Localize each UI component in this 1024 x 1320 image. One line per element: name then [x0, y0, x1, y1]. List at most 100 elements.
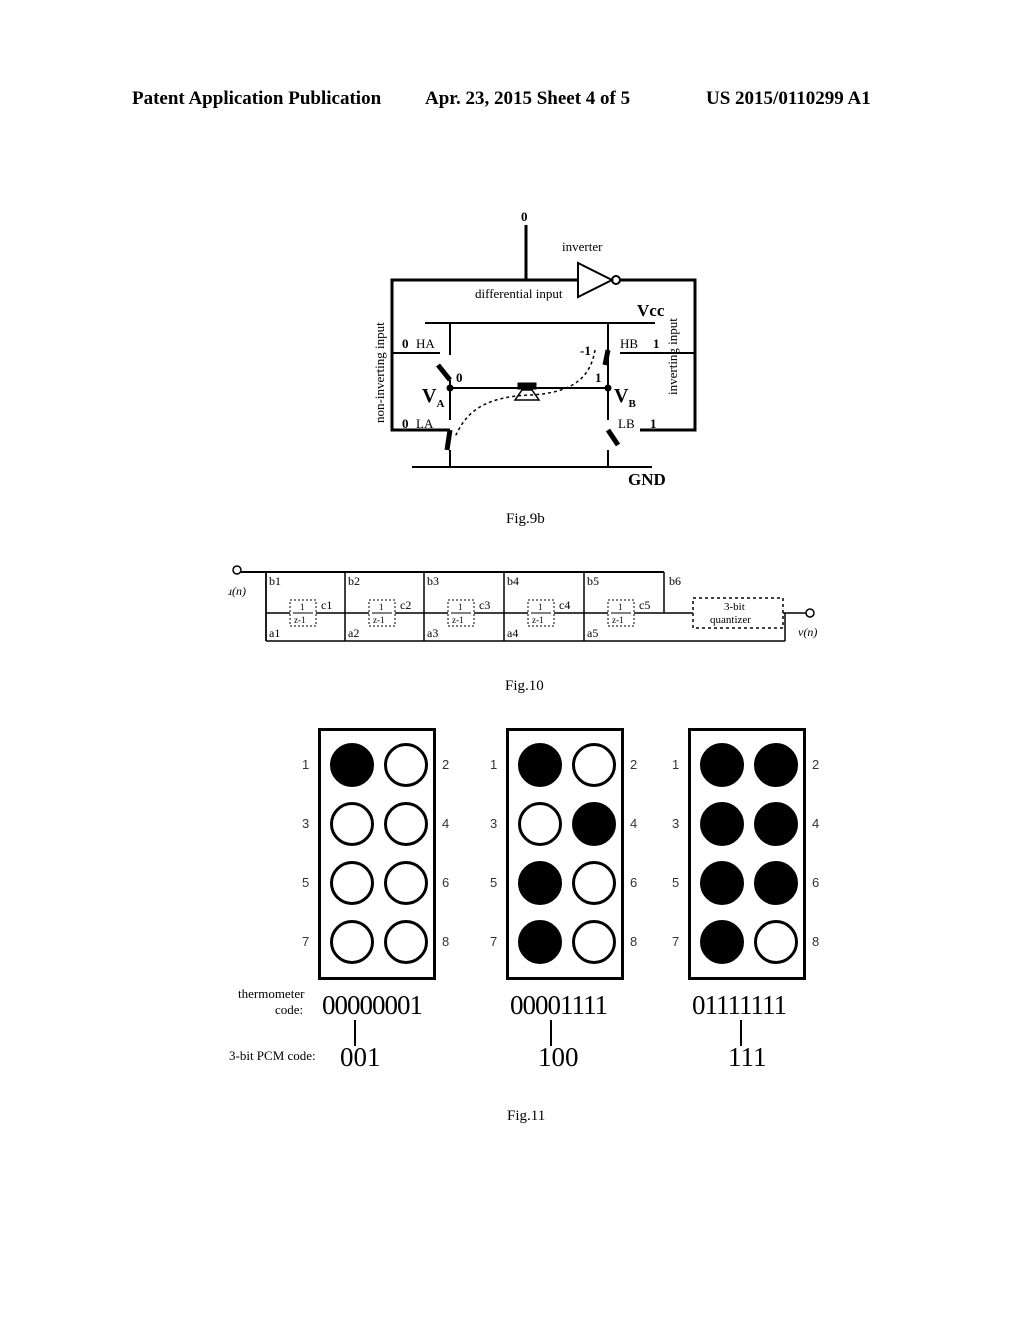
fig10-a-label: a1	[269, 626, 280, 640]
fig11-dot-filled	[330, 743, 374, 787]
fig10-integrator-denominator: z-1	[612, 615, 624, 625]
fig10-b-label: b4	[507, 574, 519, 588]
fig9b-gnd-label: GND	[628, 470, 666, 489]
fig11-pcm-code: 111	[728, 1042, 767, 1072]
fig11-dot-number: 6	[630, 875, 638, 890]
fig9b-caption: Fig.9b	[506, 511, 545, 527]
fig11-dot-filled	[518, 743, 562, 787]
fig10-integrator-numerator: 1	[300, 602, 305, 612]
fig11-dot-filled	[754, 743, 798, 787]
fig11-dot-filled	[700, 861, 744, 905]
fig10-input-label: u(n)	[228, 584, 246, 598]
fig10-b-label: b5	[587, 574, 599, 588]
fig9b-inverting-input-label: inverting input	[665, 318, 680, 395]
fig11-dot-number: 4	[812, 816, 820, 831]
fig10-integrator-denominator: z-1	[294, 615, 306, 625]
fig11-pcm-label: 3-bit PCM code:	[229, 1048, 316, 1063]
fig10-quantizer-line2: quantizer	[710, 614, 751, 626]
fig11-pcm-code: 100	[538, 1042, 579, 1072]
fig10-caption: Fig.10	[505, 678, 544, 694]
fig11-dot-number: 3	[672, 816, 680, 831]
fig11-dot-number: 4	[630, 816, 638, 831]
fig11-dot-number: 2	[630, 757, 638, 772]
fig9b-differential-input-label: differential input	[475, 286, 563, 301]
fig10-a-label: a3	[427, 626, 438, 640]
fig11-dot-number: 8	[812, 934, 820, 949]
fig10-integrator-numerator: 1	[379, 602, 384, 612]
fig11-dot-filled	[700, 920, 744, 964]
fig9b-va-node-value: 0	[456, 370, 463, 385]
fig11-dot-empty	[384, 861, 428, 905]
fig11-thermometer-label-line2: code:	[275, 1002, 304, 1017]
fig10-b-label: b1	[269, 574, 281, 588]
fig11-dot-filled	[518, 920, 562, 964]
fig11-dot-number: 7	[302, 934, 310, 949]
fig11-dot-empty	[330, 802, 374, 846]
fig9b-vb-label: VB	[614, 385, 636, 410]
fig10-c-label: c3	[479, 598, 490, 612]
fig10-a-label: a4	[507, 626, 518, 640]
fig9b-circuit-diagram: 0 inverter differential input Vcc GND no…	[372, 209, 697, 489]
fig11-dot-number: 1	[672, 757, 680, 772]
fig11-dot-number: 6	[812, 875, 820, 890]
fig10-b-label: b2	[348, 574, 360, 588]
fig10-quantizer-line1: 3-bit	[724, 601, 745, 613]
fig9b-vb-node-value: 1	[595, 370, 602, 385]
fig10-integrator-denominator: z-1	[452, 615, 464, 625]
fig11-dot-number: 8	[630, 934, 638, 949]
fig11-dot-empty	[754, 920, 798, 964]
fig11-dot-number: 8	[442, 934, 450, 949]
fig10-output-label: v(n)	[798, 625, 817, 639]
fig11-thermometer-label-line1: thermometer	[238, 986, 305, 1001]
fig9b-top-value: 0	[521, 209, 528, 224]
fig11-dot-number: 3	[490, 816, 498, 831]
fig11-dot-empty	[384, 920, 428, 964]
fig9b-ha-value: 0	[402, 336, 409, 351]
fig11-thermometer-code: 00001111	[510, 990, 608, 1020]
fig11-dot-empty	[572, 920, 616, 964]
fig11-dot-empty	[572, 743, 616, 787]
fig11-dot-empty	[572, 861, 616, 905]
fig11-dot-filled	[572, 802, 616, 846]
fig11-thermometer-code: 00000001	[322, 990, 423, 1020]
fig10-integrator-denominator: z-1	[532, 615, 544, 625]
fig9b-vcc-label: Vcc	[637, 301, 665, 320]
fig10-c-label: c4	[559, 598, 570, 612]
fig11-dot-number: 4	[442, 816, 450, 831]
fig11-dot-number: 5	[490, 875, 498, 890]
fig11-dot-filled	[754, 861, 798, 905]
fig10-integrator-numerator: 1	[458, 602, 463, 612]
fig11-pcm-code: 001	[340, 1042, 381, 1072]
fig11-dot-number: 6	[442, 875, 450, 890]
fig11-dot-empty	[330, 920, 374, 964]
fig10-integrator-numerator: 1	[618, 602, 623, 612]
fig11-dot-empty	[518, 802, 562, 846]
fig10-integrator-denominator: z-1	[373, 615, 385, 625]
fig10-b-label: b6	[669, 574, 681, 588]
fig11-dot-number: 1	[302, 757, 310, 772]
fig11-dot-number: 1	[490, 757, 498, 772]
fig10-block-diagram: 1 z-1 b1 c1 a1 1 z-1 b2 c2 a2 1 z-1 b3 c3 a3 1 z-1 b4 c4 a4…	[228, 565, 817, 642]
fig11-caption: Fig.11	[507, 1108, 546, 1124]
fig10-c-label: c2	[400, 598, 411, 612]
fig11-dot-number: 2	[442, 757, 450, 772]
fig9b-la-value: 0	[402, 416, 409, 431]
fig10-a-label: a2	[348, 626, 359, 640]
fig9b-non-inverting-input-label: non-inverting input	[372, 322, 387, 423]
fig10-a-label: a5	[587, 626, 598, 640]
fig11-dot-filled	[754, 802, 798, 846]
publication-date-sheet: Apr. 23, 2015 Sheet 4 of 5	[425, 88, 631, 109]
fig11-dot-filled	[518, 861, 562, 905]
fig11-dot-number: 2	[812, 757, 820, 772]
fig9b-ha-label: HA	[416, 336, 435, 351]
fig9b-va-label: VA	[422, 385, 444, 410]
fig11-thermometer-code: 01111111	[692, 990, 787, 1020]
fig11-dot-number: 3	[302, 816, 310, 831]
fig11-dot-number: 7	[672, 934, 680, 949]
fig11-dot-filled	[700, 743, 744, 787]
fig10-integrator-numerator: 1	[538, 602, 543, 612]
fig11-dot-empty	[384, 802, 428, 846]
fig9b-lb-value: 1	[650, 416, 657, 431]
fig11-dot-filled	[700, 802, 744, 846]
fig11-dot-empty	[384, 743, 428, 787]
